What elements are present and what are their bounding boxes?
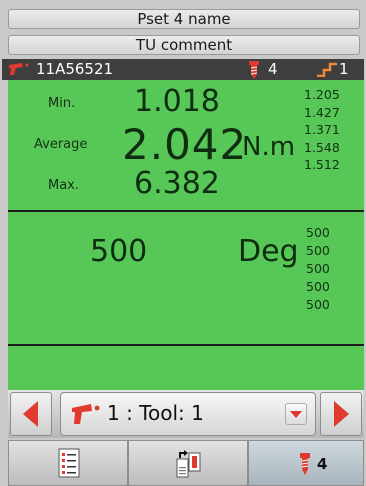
tab-batch[interactable]: 4	[248, 440, 364, 486]
angle-history: 500 500 500 500 500	[306, 224, 330, 314]
torque-history-item: 1.205	[304, 87, 340, 102]
angle-history-item: 500	[306, 297, 330, 312]
previous-tool-button[interactable]	[10, 392, 52, 436]
tool-nav-row: 1 : Tool: 1	[8, 390, 364, 438]
tool-selector-label: 1 : Tool: 1	[107, 401, 204, 425]
max-value: 6.382	[134, 166, 220, 201]
torque-panel: Min. 1.018 Average 2.042 N.m Max. 6.382 …	[8, 80, 364, 212]
tab-transfer[interactable]	[128, 440, 248, 486]
torque-history-item: 1.371	[304, 122, 340, 137]
angle-history-item: 500	[306, 225, 330, 240]
torque-unit: N.m	[242, 132, 296, 162]
angle-history-item: 500	[306, 261, 330, 276]
angle-history-item: 500	[306, 279, 330, 294]
transfer-icon	[176, 450, 201, 478]
tool-gun-icon	[71, 403, 103, 429]
arrow-right-icon	[334, 401, 349, 427]
torque-history: 1.205 1.427 1.371 1.548 1.512	[304, 86, 340, 174]
torque-history-item: 1.512	[304, 157, 340, 172]
tool-dropdown-button[interactable]	[285, 403, 307, 425]
angle-unit: Deg	[238, 234, 299, 269]
status-bar: 11A56521 4 1	[2, 59, 364, 80]
angle-value: 500	[90, 234, 148, 269]
angle-history-item: 500	[306, 243, 330, 258]
empty-result-panel	[8, 346, 364, 390]
list-icon	[58, 448, 80, 478]
min-label: Min.	[48, 96, 76, 111]
min-value: 1.018	[134, 84, 220, 119]
average-label: Average	[34, 137, 88, 152]
torque-history-item: 1.548	[304, 139, 340, 155]
tool-selector[interactable]: 1 : Tool: 1	[60, 392, 316, 436]
next-tool-button[interactable]	[320, 392, 362, 436]
tab-results-list[interactable]	[8, 440, 128, 486]
step-count: 1	[339, 60, 349, 78]
tu-comment-field: TU comment	[8, 35, 360, 55]
bottom-tab-bar: 4	[8, 440, 364, 486]
chevron-down-icon	[290, 411, 302, 418]
arrow-left-icon	[23, 401, 38, 427]
screw-icon	[300, 453, 310, 475]
max-label: Max.	[48, 178, 80, 193]
batch-count: 4	[268, 60, 278, 78]
batch-tab-count: 4	[317, 455, 328, 473]
average-value: 2.042	[122, 120, 248, 169]
tool-id: 11A56521	[36, 60, 114, 78]
step-icon	[316, 62, 338, 81]
tool-gun-icon	[8, 62, 32, 80]
pset-name-field: Pset 4 name	[8, 9, 360, 29]
angle-panel: 500 Deg 500 500 500 500 500	[8, 212, 364, 346]
torque-history-item: 1.427	[304, 104, 340, 120]
